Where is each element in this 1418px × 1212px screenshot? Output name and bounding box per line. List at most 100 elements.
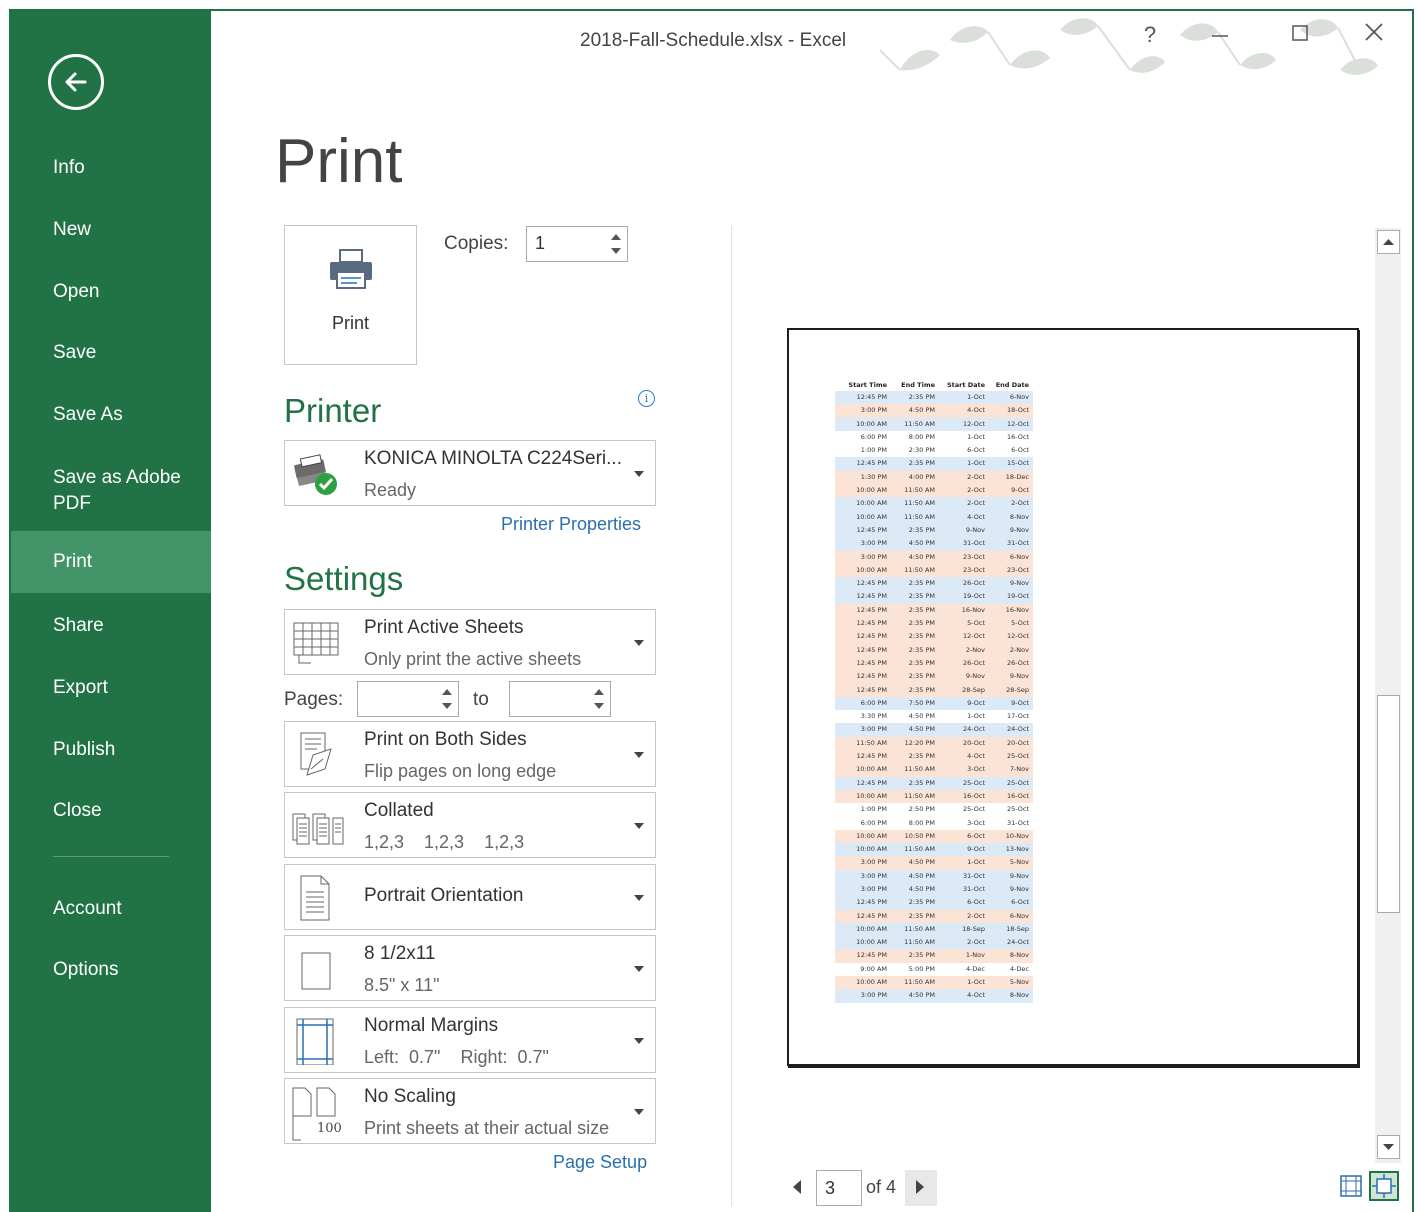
backstage-sidebar: Info New Open Save Save As Save as Adobe… <box>10 10 211 1212</box>
preview-table-cell: 9-Oct <box>967 698 985 707</box>
printer-properties-link[interactable]: Printer Properties <box>501 514 641 535</box>
preview-table-cell: 2:35 PM <box>908 685 935 694</box>
spin-arrows-icon <box>611 234 621 254</box>
minimize-button[interactable] <box>1200 22 1240 52</box>
preview-table-cell: 3:00 PM <box>860 858 887 867</box>
preview-table-cell: 19-Oct <box>1006 592 1029 601</box>
current-page-input[interactable]: 3 <box>816 1170 862 1206</box>
scroll-thumb[interactable] <box>1377 695 1400 913</box>
preview-table-cell: 2:35 PM <box>908 632 935 641</box>
back-arrow-icon <box>65 72 87 92</box>
nav-publish[interactable]: Publish <box>10 738 211 762</box>
preview-table-cell: 12:45 PM <box>856 752 887 761</box>
back-button[interactable] <box>48 54 104 110</box>
nav-print[interactable]: Print <box>10 531 211 593</box>
zoom-to-page-button[interactable] <box>1369 1171 1399 1201</box>
preview-table-cell: 31-Oct <box>962 539 985 548</box>
preview-table-cell: 6-Oct <box>967 831 985 840</box>
copies-value: 1 <box>535 233 546 253</box>
preview-table-row: 1:00 PM 2:50 PM 25-Oct 25-Oct <box>835 803 1033 817</box>
preview-table-row: 6:00 PM 8:00 PM 3-Oct 31-Oct <box>835 816 1033 830</box>
preview-table-row: 11:50 AM 12:20 PM 20-Oct 20-Oct <box>835 736 1033 751</box>
preview-table-cell: 9-Nov <box>965 525 985 534</box>
preview-table-cell: 9-Oct <box>1011 486 1029 495</box>
preview-table-cell: 2:35 PM <box>908 619 935 628</box>
scroll-down-button[interactable] <box>1377 1135 1400 1159</box>
page-setup-link[interactable]: Page Setup <box>553 1152 647 1173</box>
maximize-button[interactable] <box>1280 22 1320 52</box>
preview-table-cell: 1-Oct <box>967 858 985 867</box>
preview-table-cell: 12:45 PM <box>856 672 887 681</box>
preview-table-row: 6:00 PM 7:50 PM 9-Oct 9-Oct <box>835 696 1033 711</box>
nav-close[interactable]: Close <box>10 799 211 823</box>
preview-table-cell: 9-Nov <box>1009 672 1029 681</box>
print-button[interactable]: Print <box>284 225 417 365</box>
margins-sub: Left: 0.7" Right: 0.7" <box>364 1047 549 1067</box>
preview-table-cell: 10:00 AM <box>856 486 887 495</box>
margins-dropdown[interactable]: Normal Margins Left: 0.7" Right: 0.7" <box>284 1007 656 1073</box>
pages-from-input[interactable] <box>357 681 459 717</box>
chevron-down-icon <box>634 895 644 901</box>
preview-table-cell: 23-Oct <box>1006 565 1029 574</box>
nav-export[interactable]: Export <box>10 676 211 700</box>
preview-table-row: 12:45 PM 2:35 PM 9-Nov 9-Nov <box>835 523 1033 538</box>
pages-to-input[interactable] <box>509 681 611 717</box>
scaling-dropdown[interactable]: 100 No Scaling Print sheets at their act… <box>284 1078 656 1144</box>
nav-account[interactable]: Account <box>10 897 211 921</box>
preview-table-cell: 7-Nov <box>1009 765 1029 774</box>
close-window-button[interactable] <box>1354 22 1394 52</box>
preview-table-cell: 12:45 PM <box>856 459 887 468</box>
nav-save-as[interactable]: Save As <box>10 403 211 427</box>
preview-table-row: 12:45 PM 2:35 PM 9-Nov 9-Nov <box>835 670 1033 684</box>
preview-table-row: 10:00 AM 11:50 AM 2-Oct 24-Oct <box>835 936 1033 950</box>
preview-table-row: 10:00 AM 10:50 PM 6-Oct 10-Nov <box>835 829 1033 844</box>
orientation-dropdown[interactable]: Portrait Orientation <box>284 864 656 930</box>
preview-table-cell: 2-Oct <box>967 911 985 920</box>
preview-table-cell: 8-Nov <box>1009 991 1029 1000</box>
copies-stepper[interactable]: 1 <box>526 226 628 262</box>
nav-open[interactable]: Open <box>10 280 211 304</box>
preview-table-cell: 10:00 AM <box>856 791 887 800</box>
nav-info[interactable]: Info <box>10 156 211 180</box>
paper-size-dropdown[interactable]: 8 1/2x11 8.5" x 11" <box>284 935 656 1001</box>
preview-table-cell: 11:50 AM <box>904 845 935 854</box>
preview-table-cell: 6-Nov <box>1009 393 1029 401</box>
preview-table-cell: 15-Oct <box>1006 459 1029 468</box>
print-sides-dropdown[interactable]: Print on Both Sides Flip pages on long e… <box>284 721 656 787</box>
scroll-up-button[interactable] <box>1377 230 1400 254</box>
next-page-icon[interactable] <box>916 1180 924 1194</box>
preview-table-cell: 12:20 PM <box>904 738 935 747</box>
preview-table-cell: 11:50 AM <box>856 738 887 747</box>
print-sheets-dropdown[interactable]: Print Active Sheets Only print the activ… <box>284 609 656 675</box>
nav-save-as-adobe-pdf[interactable]: Save as Adobe PDF <box>10 465 211 517</box>
preview-table-row: 12:45 PM 2:35 PM 4-Oct 25-Oct <box>835 750 1033 764</box>
preview-table-cell: 1:30 PM <box>860 472 887 481</box>
printer-dropdown[interactable]: KONICA MINOLTA C224Seri... Ready <box>284 440 656 506</box>
preview-header-cell: Start Time <box>848 381 887 389</box>
info-icon[interactable]: i <box>638 390 655 407</box>
preview-table-row: 3:00 PM 4:50 PM 4-Oct 8-Nov <box>835 989 1033 1003</box>
preview-table: Start Time End Time Start Date End Date … <box>835 380 1033 1003</box>
preview-table-row: 12:45 PM 2:35 PM 1-Oct 6-Nov <box>835 391 1033 405</box>
preview-table-cell: 26-Oct <box>962 579 985 588</box>
arrow-down-icon <box>1383 1144 1394 1150</box>
paper-size-sub: 8.5" x 11" <box>364 975 440 995</box>
zoom-to-page-icon <box>1372 1174 1396 1198</box>
preview-table-row: 12:45 PM 2:35 PM 16-Nov 16-Nov <box>835 603 1033 618</box>
help-button[interactable]: ? <box>1130 22 1170 52</box>
preview-table-cell: 10-Nov <box>1005 831 1029 840</box>
nav-share[interactable]: Share <box>10 614 211 638</box>
preview-table-cell: 2:35 PM <box>908 525 935 534</box>
collation-dropdown[interactable]: Collated 1,2,3 1,2,3 1,2,3 <box>284 792 656 858</box>
previous-page-icon[interactable] <box>793 1180 801 1194</box>
preview-table-cell: 12-Oct <box>1006 632 1029 641</box>
paper-size-icon <box>301 952 331 990</box>
preview-table-cell: 2:35 PM <box>908 911 935 920</box>
nav-new[interactable]: New <box>10 218 211 242</box>
preview-table-cell: 10:00 AM <box>856 499 887 508</box>
preview-table-cell: 11:50 AM <box>904 938 935 947</box>
nav-options[interactable]: Options <box>10 958 211 982</box>
nav-save[interactable]: Save <box>10 341 211 365</box>
preview-header-cell: Start Date <box>946 381 985 389</box>
show-margins-button[interactable] <box>1336 1171 1366 1201</box>
